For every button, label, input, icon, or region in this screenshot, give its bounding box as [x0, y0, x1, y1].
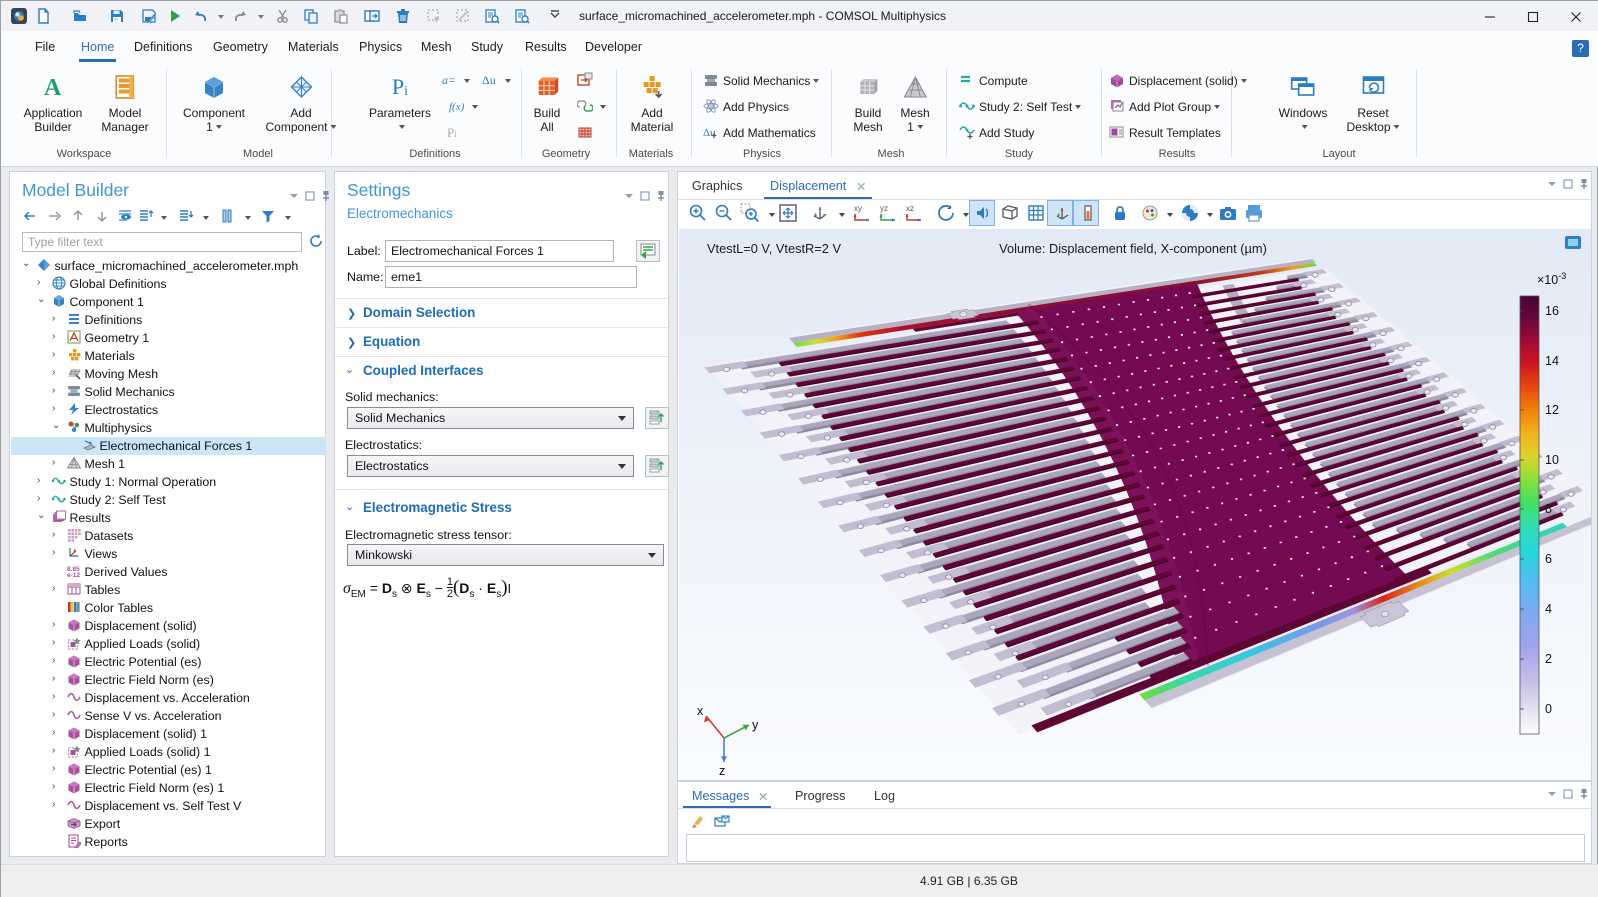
svg-text:xz: xz: [906, 204, 914, 213]
svg-text:e-12: e-12: [67, 572, 80, 578]
svg-text:0: 0: [1545, 702, 1552, 716]
svg-text:14: 14: [1545, 354, 1559, 368]
svg-text:Volume: Displacement field, X-: Volume: Displacement field, X-component …: [999, 241, 1267, 256]
svg-text:a=: a=: [442, 73, 456, 87]
svg-text:yz: yz: [880, 204, 888, 213]
svg-text:f(x): f(x): [449, 101, 465, 113]
svg-text:12: 12: [1545, 403, 1559, 417]
svg-text:16: 16: [1545, 304, 1559, 318]
svg-text:Pi: Pi: [447, 125, 457, 140]
svg-text:z: z: [719, 764, 725, 778]
svg-text:10: 10: [1545, 453, 1559, 467]
svg-text:6: 6: [1545, 552, 1552, 566]
svg-text:2: 2: [1545, 652, 1552, 666]
svg-text:x: x: [697, 704, 704, 718]
svg-text:8: 8: [1545, 502, 1552, 516]
svg-text:4: 4: [1545, 602, 1552, 616]
svg-text:VtestL=0 V, VtestR=2 V: VtestL=0 V, VtestR=2 V: [707, 241, 841, 256]
svg-text:Pi: Pi: [392, 74, 408, 99]
svg-text:xy: xy: [854, 204, 862, 213]
svg-text:Δu: Δu: [482, 73, 496, 87]
svg-text:A: A: [44, 75, 62, 100]
svg-text:y: y: [752, 718, 759, 732]
